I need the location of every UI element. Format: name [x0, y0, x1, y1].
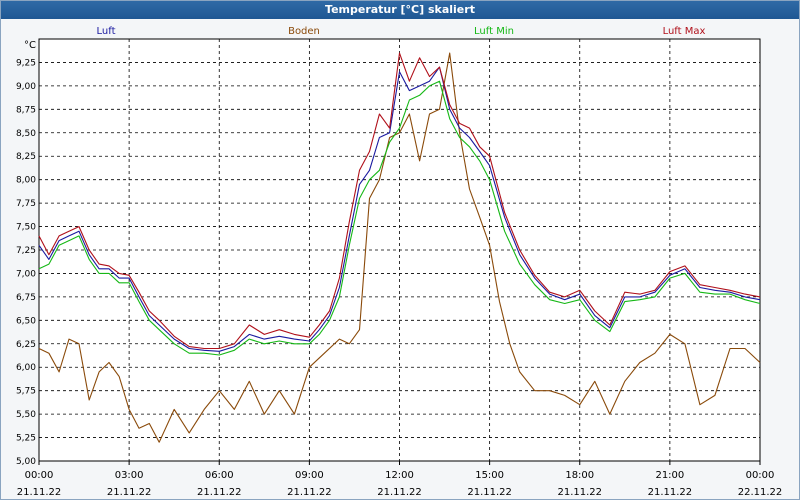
- x-tick-date: 21.11.22: [467, 487, 512, 498]
- legend-entry-luft-max: Luft Max: [663, 26, 706, 37]
- x-tick-time: 12:00: [385, 470, 414, 481]
- legend-entry-luft-min: Luft Min: [474, 26, 514, 37]
- y-tick-label: 7,75: [16, 199, 36, 209]
- x-tick-time: 06:00: [205, 470, 234, 481]
- x-tick-time: 18:00: [565, 470, 594, 481]
- x-tick-time: 09:00: [295, 470, 324, 481]
- x-tick-date: 21.11.22: [107, 487, 152, 498]
- x-tick-date: 21.11.22: [287, 487, 332, 498]
- x-tick-date: 21.11.22: [377, 487, 422, 498]
- x-tick-time: 00:00: [25, 470, 54, 481]
- y-tick-label: 7,00: [16, 269, 36, 279]
- y-tick-label: 8,75: [16, 105, 36, 115]
- legend-entry-boden: Boden: [288, 26, 320, 37]
- y-tick-label: 9,00: [16, 82, 36, 92]
- y-tick-label: 5,75: [16, 387, 36, 397]
- y-tick-label: 6,75: [16, 293, 36, 303]
- y-tick-label: 6,25: [16, 340, 36, 350]
- chart-window: Temperatur [°C] skaliert 5,00 5,25 5,50 5,7…: [0, 0, 800, 500]
- y-tick-label: 7,25: [16, 246, 36, 256]
- y-tick-label: 8,00: [16, 176, 36, 186]
- y-tick-label: 6,00: [16, 363, 36, 373]
- temperature-chart: 5,00 5,25 5,50 5,75 6,00 6,25 6,50 6,75 7,00 7,25…: [16, 26, 783, 498]
- x-tick-date: 22.11.22: [738, 487, 783, 498]
- y-axis-label: °C: [24, 40, 36, 51]
- y-tick-label: 5,00: [16, 457, 36, 467]
- legend-entry-luft: Luft: [97, 26, 116, 37]
- x-tick-date: 21.11.22: [17, 487, 62, 498]
- x-tick-time: 00:00: [746, 470, 775, 481]
- y-tick-label: 9,25: [16, 58, 36, 68]
- y-tick-label: 5,50: [16, 410, 36, 420]
- y-tick-label: 6,50: [16, 316, 36, 326]
- x-tick-date: 21.11.22: [648, 487, 693, 498]
- x-tick-time: 03:00: [115, 470, 144, 481]
- x-tick-date: 21.11.22: [557, 487, 602, 498]
- y-tick-label: 8,50: [16, 129, 36, 139]
- x-tick-time: 21:00: [655, 470, 684, 481]
- x-tick-date: 21.11.22: [197, 487, 242, 498]
- y-tick-label: 8,25: [16, 152, 36, 162]
- chart-title: Temperatur [°C] skaliert: [1, 1, 799, 19]
- y-tick-label: 7,50: [16, 223, 36, 233]
- y-tick-label: 5,25: [16, 434, 36, 444]
- x-tick-time: 15:00: [475, 470, 504, 481]
